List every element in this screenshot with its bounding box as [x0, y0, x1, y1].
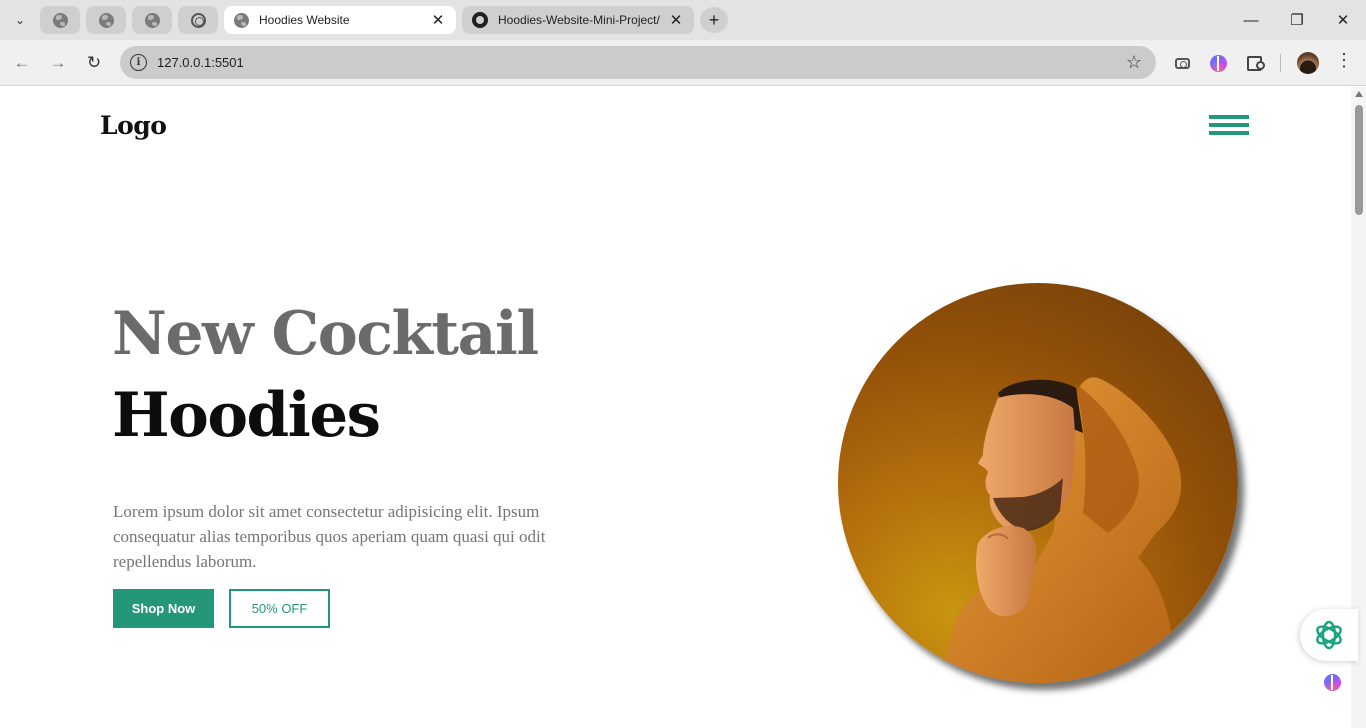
pinned-tab[interactable]: [132, 6, 172, 34]
reload-icon[interactable]: ↻: [82, 51, 106, 75]
tab-title: Hoodies-Website-Mini-Project/: [498, 13, 660, 27]
hero-hoodie-image: [838, 283, 1238, 683]
pinned-tab[interactable]: [40, 6, 80, 34]
page-viewport: Logo New Cocktail Hoodies Lorem ipsum do…: [0, 87, 1366, 728]
tab-hoodies-website[interactable]: Hoodies Website ✕: [224, 6, 456, 34]
scroll-up-arrow-icon[interactable]: [1355, 91, 1363, 97]
chatgpt-icon: [190, 12, 206, 28]
shop-now-button[interactable]: Shop Now: [113, 589, 214, 628]
brain-extension-icon: [1323, 673, 1341, 691]
new-tab-button[interactable]: +: [700, 7, 728, 33]
hero-description: Lorem ipsum dolor sit amet consectetur a…: [113, 502, 546, 571]
hero-headline-line1: New Cocktail: [112, 299, 539, 369]
close-tab-icon[interactable]: ✕: [668, 11, 684, 29]
globe-icon: [234, 12, 249, 28]
globe-icon: [98, 12, 114, 28]
pinned-tab[interactable]: [86, 6, 126, 34]
menu-icon[interactable]: ⋮: [1335, 51, 1353, 69]
brain-floating-button[interactable]: [1312, 667, 1352, 697]
tab-search-chevron-icon[interactable]: ⌄: [8, 8, 32, 32]
chatgpt-icon: [1316, 620, 1342, 650]
close-window-icon[interactable]: ✕: [1320, 8, 1366, 32]
restore-icon[interactable]: ❐: [1274, 8, 1320, 32]
tab-github-project[interactable]: Hoodies-Website-Mini-Project/ ✕: [462, 6, 694, 34]
address-url[interactable]: 127.0.0.1:5501: [157, 55, 244, 70]
back-icon[interactable]: ←: [10, 51, 34, 75]
brain-extension-icon[interactable]: [1207, 52, 1229, 74]
browser-tab-strip: ⌄ Hoodies Website ✕ Hoodies-Website-Mini…: [0, 0, 1366, 40]
scroll-thumb[interactable]: [1355, 105, 1363, 215]
minimize-icon[interactable]: —: [1228, 8, 1274, 32]
address-bar[interactable]: i 127.0.0.1:5501 ☆: [120, 46, 1156, 79]
forward-icon[interactable]: →: [46, 51, 70, 75]
hero-headline-line2: Hoodies: [112, 380, 381, 451]
tab-title: Hoodies Website: [259, 13, 350, 27]
chatgpt-floating-button[interactable]: [1300, 609, 1358, 661]
discount-button[interactable]: 50% OFF: [229, 589, 330, 628]
hamburger-menu-icon[interactable]: [1209, 115, 1249, 135]
browser-toolbar: ← → ↻ i 127.0.0.1:5501 ☆ ⋮: [0, 40, 1366, 86]
pinned-tab-chatgpt[interactable]: [178, 6, 218, 34]
profile-avatar[interactable]: [1297, 52, 1319, 74]
globe-icon: [52, 12, 68, 28]
close-tab-icon[interactable]: ✕: [430, 11, 446, 29]
hoodie-model-illustration: [938, 377, 1182, 683]
extensions-icon[interactable]: [1243, 52, 1265, 74]
github-icon: [472, 12, 488, 28]
bookmark-star-icon[interactable]: ☆: [1126, 52, 1142, 73]
globe-icon: [144, 12, 160, 28]
toolbar-divider: [1280, 54, 1281, 72]
screenshot-icon[interactable]: [1171, 52, 1193, 74]
site-logo[interactable]: Logo: [100, 111, 167, 140]
info-icon[interactable]: i: [130, 54, 147, 71]
